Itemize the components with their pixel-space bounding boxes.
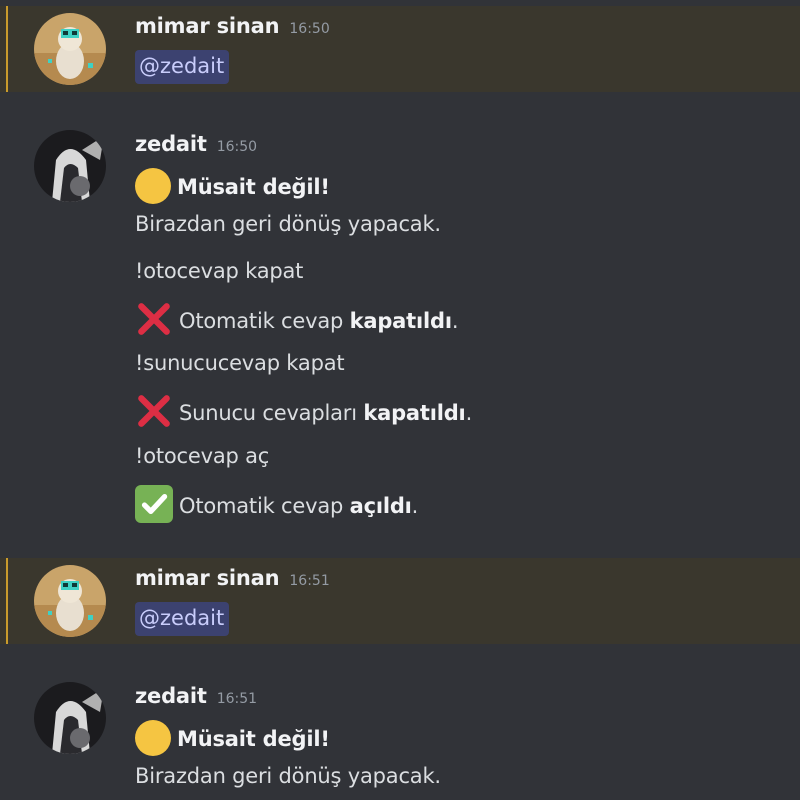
message-zedait-2[interactable]: zedait 16:51 Müsait değil! Birazdan geri …	[0, 662, 800, 800]
anime-avatar-icon[interactable]	[34, 682, 106, 754]
check-mark-icon	[135, 485, 173, 523]
status-description: Birazdan geri dönüş yapacak.	[135, 764, 441, 788]
message-zedait-1[interactable]: zedait 16:50 Müsait değil! Birazdan geri …	[0, 110, 800, 540]
status-title: Müsait değil!	[177, 727, 330, 751]
command-result: Sunucu cevapları kapatıldı.	[135, 395, 472, 433]
user-mention[interactable]: @zedait	[135, 602, 230, 636]
command-result: Otomatik cevap kapatıldı.	[135, 303, 459, 341]
mention-highlight-bar	[6, 6, 8, 92]
timestamp[interactable]: 16:51	[289, 573, 329, 589]
command-result: Otomatik cevap açıldı.	[135, 485, 418, 526]
author-name[interactable]: mimar sinan	[135, 14, 280, 38]
cross-mark-icon	[138, 395, 170, 427]
cat-avatar-icon[interactable]	[34, 13, 106, 85]
user-mention[interactable]: @zedait	[135, 50, 230, 84]
command-text: !sunucucevap kapat	[135, 351, 345, 375]
timestamp[interactable]: 16:50	[289, 21, 329, 37]
author-name[interactable]: mimar sinan	[135, 566, 280, 590]
cat-avatar-icon[interactable]	[34, 565, 106, 637]
chat-log: mimar sinan 16:50 @zedait zedait 16:50 Müs…	[0, 0, 800, 800]
timestamp[interactable]: 16:51	[217, 691, 257, 707]
author-name[interactable]: zedait	[135, 684, 207, 708]
mention-highlight-bar	[6, 558, 8, 644]
message-mimar-sinan-2[interactable]: mimar sinan 16:51 @zedait	[0, 558, 800, 644]
status-title-line: Müsait değil!	[135, 168, 330, 206]
command-text: !otocevap kapat	[135, 259, 304, 283]
author-name[interactable]: zedait	[135, 132, 207, 156]
cross-mark-icon	[138, 303, 170, 335]
yellow-circle-icon	[135, 168, 171, 204]
yellow-circle-icon	[135, 720, 171, 756]
message-mimar-sinan-1[interactable]: mimar sinan 16:50 @zedait	[0, 6, 800, 92]
anime-avatar-icon[interactable]	[34, 130, 106, 202]
timestamp[interactable]: 16:50	[217, 139, 257, 155]
status-title-line: Müsait değil!	[135, 720, 330, 758]
status-description: Birazdan geri dönüş yapacak.	[135, 212, 441, 236]
command-text: !otocevap aç	[135, 444, 270, 468]
status-title: Müsait değil!	[177, 175, 330, 199]
